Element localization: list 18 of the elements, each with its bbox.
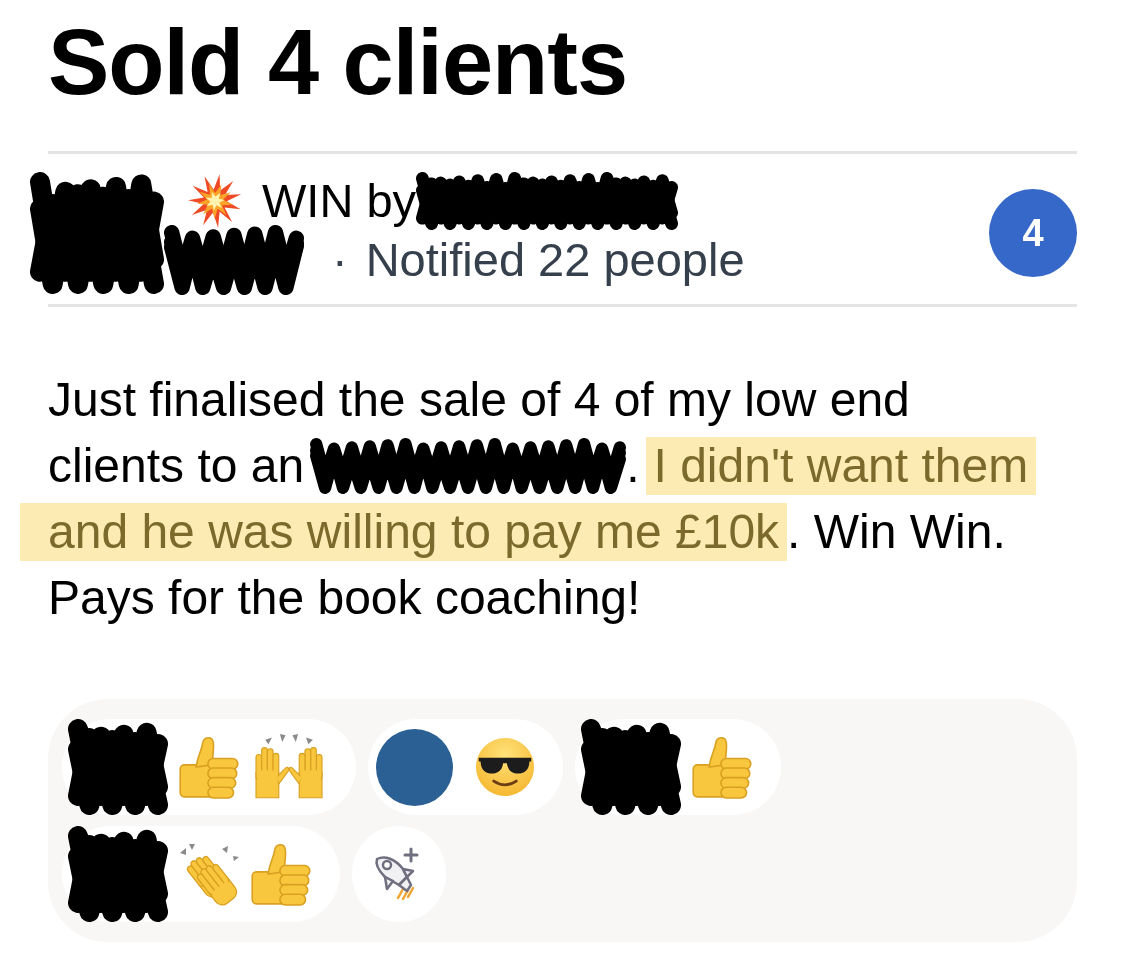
clapping-hands-icon	[178, 841, 240, 908]
thumbs-up-icon	[691, 735, 753, 800]
post-type-label: WIN by	[262, 174, 417, 229]
thumbs-up-icon	[178, 735, 240, 800]
explosion-icon	[188, 174, 242, 229]
separator-dot: ·	[332, 233, 348, 288]
post-text: .	[626, 438, 640, 495]
post-text: . Win Win.	[787, 504, 1006, 561]
post-text: clients to an	[48, 438, 305, 495]
count-badge: 4	[989, 189, 1077, 278]
sunglasses-face-icon	[475, 737, 535, 798]
highlighted-text: I didn't want them	[645, 437, 1037, 495]
highlighted-text: and he was willing to pay me £10k	[20, 503, 788, 561]
post-text: Pays for the book coaching!	[48, 570, 641, 627]
thumbs-up-icon	[250, 842, 312, 907]
post-text: Just finalised the sale of 4 of my low end	[48, 372, 910, 429]
notified-text: Notified 22 people	[365, 233, 745, 288]
post-title: Sold 4 clients	[48, 12, 629, 114]
